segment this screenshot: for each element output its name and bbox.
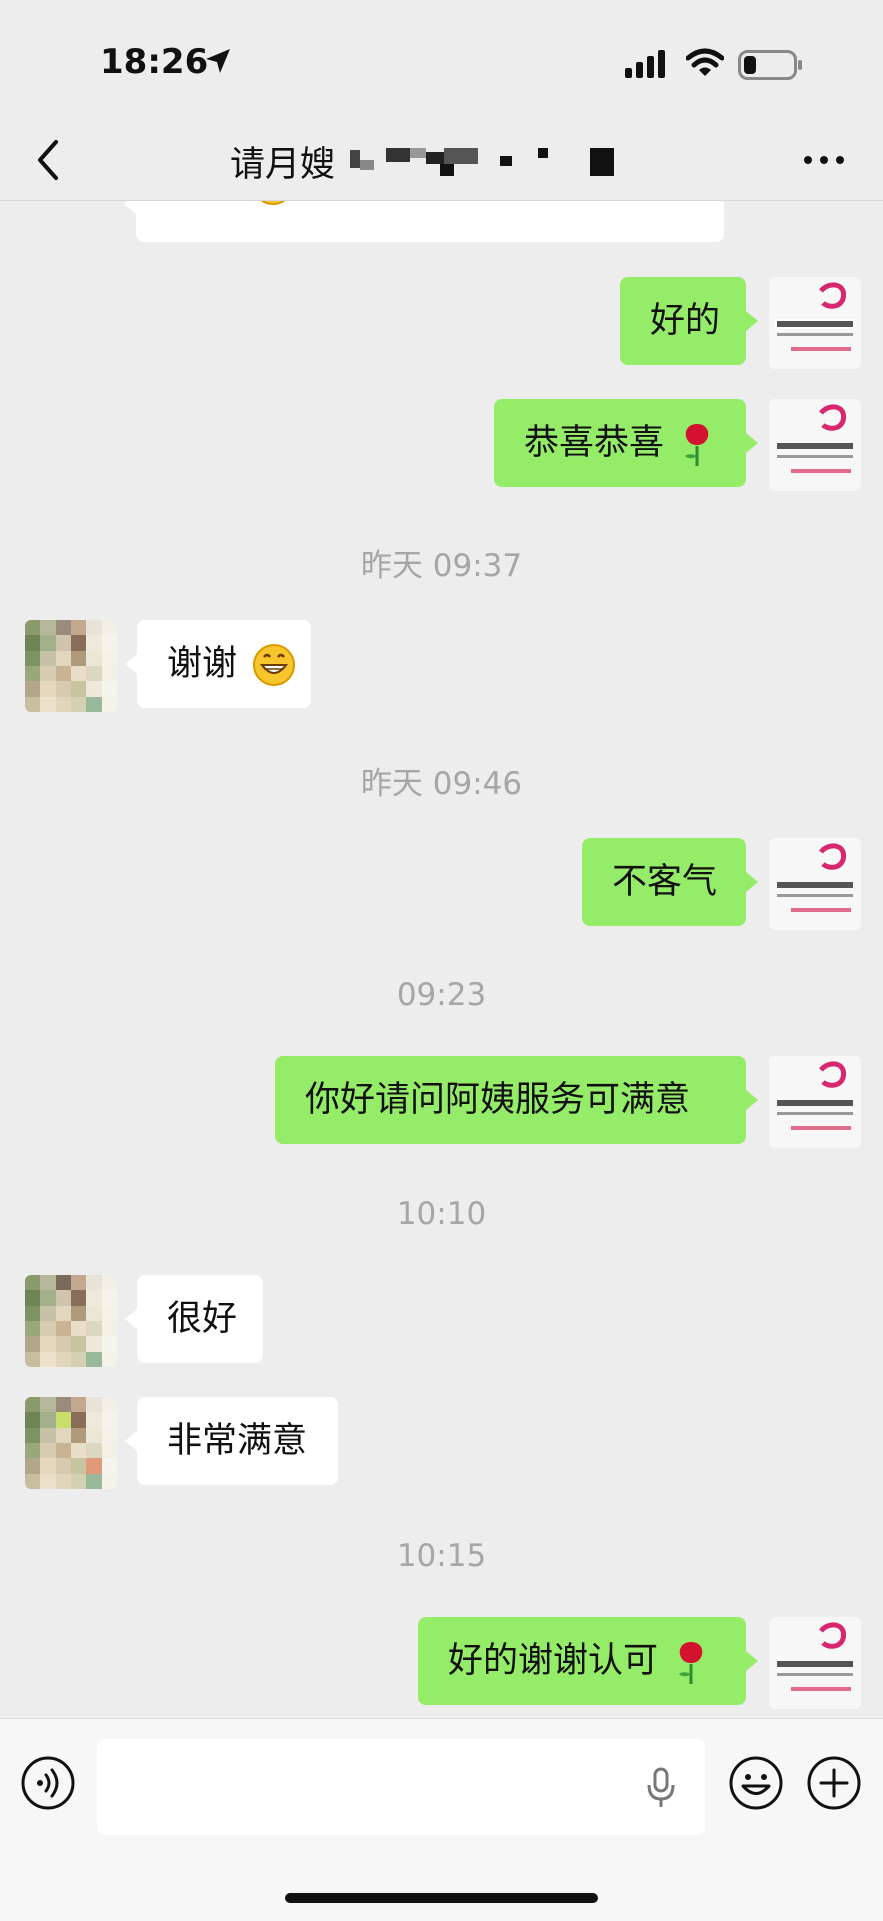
message-text: 恭喜恭喜 xyxy=(524,423,665,463)
voice-input-icon[interactable] xyxy=(20,1755,76,1811)
status-time: 18:26 xyxy=(100,42,209,82)
message-bubble-outgoing[interactable]: 恭喜恭喜 xyxy=(494,399,758,487)
message-text: 你好请问阿姨服务可满意 xyxy=(305,1080,691,1120)
my-avatar[interactable] xyxy=(769,277,861,369)
my-avatar[interactable] xyxy=(769,399,861,491)
redacted-title-mosaic xyxy=(350,148,614,176)
chat-header: 请月嫂 xyxy=(0,120,883,201)
message-bubble-incoming[interactable]: 闵了 xyxy=(124,200,724,242)
back-chevron-icon[interactable] xyxy=(30,136,70,184)
message-bubble-outgoing[interactable]: 好的 xyxy=(620,277,758,365)
message-text: 谢谢 xyxy=(167,644,238,684)
message-text: 好的 xyxy=(650,301,721,341)
message-text: 不客气 xyxy=(612,862,718,902)
message-input[interactable] xyxy=(97,1739,705,1835)
home-indicator xyxy=(285,1893,598,1903)
chat-message-list[interactable]: 闵了 好的 恭喜恭喜 昨天 09:37 xyxy=(0,200,883,1718)
message-timestamp: 昨天 09:37 xyxy=(360,548,523,584)
emoji-icon[interactable] xyxy=(728,1755,784,1811)
rose-emoji-icon xyxy=(679,1642,703,1684)
message-bubble-outgoing[interactable]: 好的谢谢认可 xyxy=(418,1617,758,1705)
grin-emoji-icon xyxy=(253,644,296,686)
message-composer xyxy=(0,1718,883,1921)
message-bubble-incoming[interactable]: 谢谢 xyxy=(125,620,311,708)
brand-logo-icon xyxy=(775,282,855,351)
message-timestamp: 10:15 xyxy=(396,1538,487,1574)
location-arrow-icon xyxy=(206,49,230,73)
battery-icon xyxy=(738,50,802,80)
microphone-icon[interactable] xyxy=(646,1767,676,1809)
message-text: 好的谢谢认可 xyxy=(448,1641,659,1681)
message-bubble-incoming[interactable]: 很好 xyxy=(125,1275,263,1363)
brand-logo-icon xyxy=(777,1622,853,1691)
more-options-icon[interactable] xyxy=(800,142,848,178)
cellular-signal-icon xyxy=(625,50,665,78)
my-avatar[interactable] xyxy=(769,1056,861,1148)
chat-title: 请月嫂 xyxy=(230,145,336,185)
plus-icon[interactable] xyxy=(806,1755,862,1811)
brand-logo-icon xyxy=(777,404,853,473)
message-bubble-incoming[interactable]: 非常满意 xyxy=(125,1397,338,1485)
brand-logo-icon xyxy=(777,843,853,912)
message-text: 很好 xyxy=(167,1299,238,1339)
message-timestamp: 昨天 09:46 xyxy=(360,766,523,802)
brand-logo-icon xyxy=(777,1061,853,1130)
rose-emoji-icon xyxy=(685,424,709,466)
message-text: 非常满意 xyxy=(167,1421,308,1461)
message-timestamp: 09:23 xyxy=(396,977,487,1013)
contact-avatar[interactable] xyxy=(25,620,117,712)
status-bar: 18:26 xyxy=(0,0,883,120)
message-bubble-outgoing[interactable]: 不客气 xyxy=(582,838,758,926)
contact-avatar[interactable] xyxy=(25,1275,117,1367)
wifi-icon xyxy=(686,48,724,76)
my-avatar[interactable] xyxy=(769,838,861,930)
contact-avatar[interactable] xyxy=(25,1397,117,1489)
message-timestamp: 10:10 xyxy=(396,1196,487,1232)
message-bubble-outgoing[interactable]: 你好请问阿姨服务可满意 xyxy=(275,1056,758,1144)
my-avatar[interactable] xyxy=(769,1617,861,1709)
